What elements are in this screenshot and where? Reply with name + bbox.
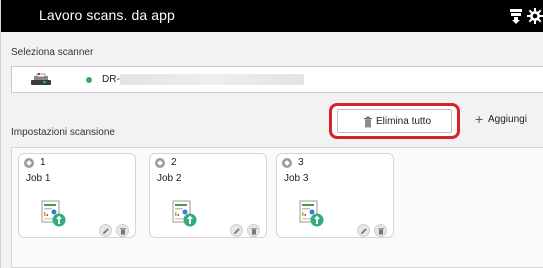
title-bar: Lavoro scans. da app: [1, 0, 543, 32]
scanner-name-redacted: [120, 74, 304, 85]
delete-all-highlight: Elimina tutto: [329, 103, 460, 139]
document-scan-icon: [172, 200, 197, 227]
delete-job-button[interactable]: [247, 224, 260, 237]
job-card[interactable]: 1 Job 1: [18, 153, 136, 238]
job-number: 3: [298, 157, 304, 168]
app-title: Lavoro scans. da app: [39, 7, 175, 23]
trash-icon: [120, 228, 126, 235]
delete-all-label: Elimina tutto: [376, 116, 432, 127]
trash-icon: [364, 116, 372, 128]
pencil-icon: [103, 228, 109, 234]
plus-icon: +: [475, 111, 484, 127]
jobs-panel: 1 Job 1 2 Job 2 3 Job 3: [11, 147, 543, 268]
job-name: Job 1: [26, 173, 51, 184]
job-number-icon: [282, 158, 292, 168]
scanner-status-dot: [86, 77, 92, 83]
scanner-settings-icon[interactable]: [508, 8, 524, 24]
add-label: Aggiungi: [488, 114, 527, 125]
trash-icon: [378, 228, 384, 235]
scanner-device-icon: [30, 73, 52, 87]
trash-icon: [251, 228, 257, 235]
scanner-name: DR-: [102, 74, 120, 85]
job-number-icon: [24, 158, 34, 168]
edit-button[interactable]: [357, 224, 370, 237]
delete-job-button[interactable]: [116, 224, 129, 237]
select-scanner-label: Seleziona scanner: [11, 47, 94, 58]
gear-icon[interactable]: [527, 8, 543, 24]
edit-button[interactable]: [230, 224, 243, 237]
app-window: Lavoro scans. da app Seleziona scanner D…: [0, 0, 543, 268]
pencil-icon: [234, 228, 240, 234]
main-content: Seleziona scanner DR- Impostazioni scans…: [1, 32, 543, 268]
pencil-icon: [361, 228, 367, 234]
document-scan-icon: [41, 200, 66, 227]
job-name: Job 2: [157, 173, 182, 184]
document-scan-icon: [299, 200, 324, 227]
job-number: 1: [40, 157, 46, 168]
job-card[interactable]: 2 Job 2: [149, 153, 267, 238]
delete-job-button[interactable]: [374, 224, 387, 237]
edit-button[interactable]: [99, 224, 112, 237]
add-button[interactable]: + Aggiungi: [471, 109, 543, 131]
job-number: 2: [171, 157, 177, 168]
scanner-selector[interactable]: DR-: [11, 66, 543, 93]
job-number-icon: [155, 158, 165, 168]
delete-all-button[interactable]: Elimina tutto: [337, 109, 452, 133]
job-card[interactable]: 3 Job 3: [276, 153, 394, 238]
scan-settings-label: Impostazioni scansione: [11, 127, 115, 138]
job-name: Job 3: [284, 173, 309, 184]
